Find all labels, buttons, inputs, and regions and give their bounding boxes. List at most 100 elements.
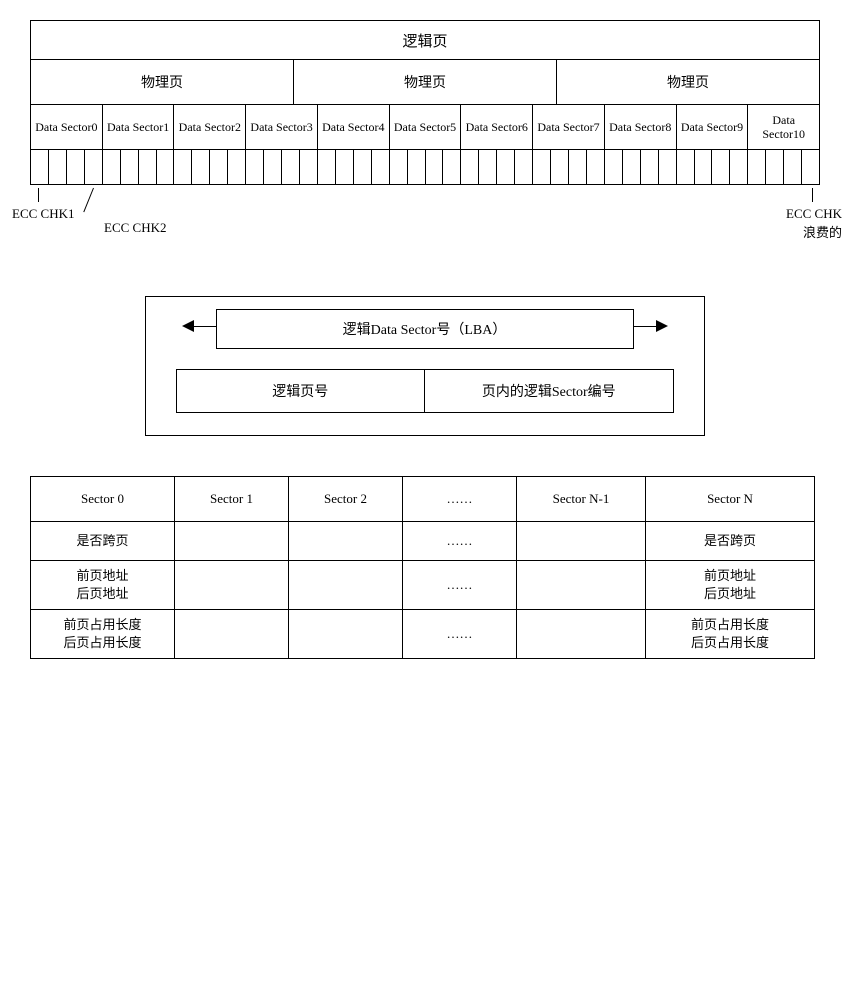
- ecc-slice: [640, 149, 658, 185]
- cross-page-cell-1: [174, 521, 289, 561]
- page-layout-diagram: 逻辑页 物理页 物理页 物理页 Data Sector0 Data Sector…: [30, 20, 820, 258]
- ecc-slice: [120, 149, 138, 185]
- page-length-row: 前页占用长度后页占用长度 …… 前页占用长度后页占用长度: [30, 609, 820, 659]
- lba-mapping-diagram: 逻辑Data Sector号（LBA） 逻辑页号 页内的逻辑Sector编号: [145, 296, 705, 436]
- cross-page-row: 是否跨页 …… 是否跨页: [30, 521, 820, 561]
- logical-page-row: 逻辑页: [30, 20, 820, 60]
- lba-box: 逻辑Data Sector号（LBA）: [216, 309, 634, 349]
- sector-table-header-row: Sector 0 Sector 1 Sector 2 …… Sector N-1…: [30, 476, 820, 522]
- ecc-slice: [156, 149, 175, 185]
- ecc-slice: [550, 149, 568, 185]
- ecc-slice: [102, 149, 120, 185]
- data-sector-5: Data Sector5: [389, 104, 462, 150]
- ecc-slice: [729, 149, 748, 185]
- ecc-chunk: [676, 149, 749, 185]
- ecc-tick-1: [38, 188, 39, 202]
- ecc-slice: [604, 149, 622, 185]
- ecc-slice: [173, 149, 191, 185]
- ecc-slice: [138, 149, 156, 185]
- intra-page-sector-number-label: 页内的逻辑Sector编号: [424, 369, 674, 413]
- ecc-slice: [353, 149, 371, 185]
- cross-page-cell-n: 是否跨页: [645, 521, 815, 561]
- ecc-wasted-label: ECC CHK浪费的: [786, 206, 842, 241]
- page-length-cell-n-1: [516, 609, 646, 659]
- cross-page-cell-ellipsis: ……: [402, 521, 517, 561]
- ecc-slice: [48, 149, 66, 185]
- ecc-slice: [227, 149, 246, 185]
- ecc-slice: [801, 149, 820, 185]
- page-address-row: 前页地址后页地址 …… 前页地址后页地址: [30, 560, 820, 610]
- data-sector-1: Data Sector1: [102, 104, 175, 150]
- arrow-left-icon: [182, 320, 194, 332]
- sector-header-n-1: Sector N-1: [516, 476, 646, 522]
- cross-page-cell-2: [288, 521, 403, 561]
- ecc-slice: [425, 149, 443, 185]
- page-address-cell-1: [174, 560, 289, 610]
- page-length-cell-0: 前页占用长度后页占用长度: [30, 609, 175, 659]
- sector-header-1: Sector 1: [174, 476, 289, 522]
- cross-page-cell-0: 是否跨页: [30, 521, 175, 561]
- page-length-cell-n: 前页占用长度后页占用长度: [645, 609, 815, 659]
- physical-page-0: 物理页: [30, 59, 294, 105]
- ecc-slice: [30, 149, 48, 185]
- ecc-slice: [676, 149, 694, 185]
- ecc-slice: [694, 149, 712, 185]
- ecc-slice: [191, 149, 209, 185]
- ecc-slice: [747, 149, 765, 185]
- data-sector-0: Data Sector0: [30, 104, 103, 150]
- ecc-slice: [84, 149, 103, 185]
- sector-header-2: Sector 2: [288, 476, 403, 522]
- ecc-slice: [765, 149, 783, 185]
- data-sector-10: Data Sector10: [747, 104, 820, 150]
- sector-header-0: Sector 0: [30, 476, 175, 522]
- ecc-chunk: [604, 149, 677, 185]
- data-sectors-row: Data Sector0 Data Sector1 Data Sector2 D…: [30, 104, 820, 150]
- page-address-cell-0: 前页地址后页地址: [30, 560, 175, 610]
- physical-page-1: 物理页: [293, 59, 557, 105]
- ecc-chunk: [389, 149, 462, 185]
- ecc-slice: [389, 149, 407, 185]
- ecc-slice: [407, 149, 425, 185]
- ecc-chunk: [532, 149, 605, 185]
- page-length-cell-ellipsis: ……: [402, 609, 517, 659]
- ecc-chk1-label: ECC CHK1: [12, 206, 74, 222]
- ecc-slice: [263, 149, 281, 185]
- ecc-slice: [299, 149, 318, 185]
- page-length-cell-2: [288, 609, 403, 659]
- page-length-cell-1: [174, 609, 289, 659]
- logical-page-number-label: 逻辑页号: [176, 369, 426, 413]
- ecc-chunk: [317, 149, 390, 185]
- data-sector-4: Data Sector4: [317, 104, 390, 150]
- data-sector-8: Data Sector8: [604, 104, 677, 150]
- ecc-slice: [335, 149, 353, 185]
- page-address-cell-ellipsis: ……: [402, 560, 517, 610]
- ecc-slice: [568, 149, 586, 185]
- sector-header-n: Sector N: [645, 476, 815, 522]
- arrow-right-icon: [656, 320, 668, 332]
- ecc-slice: [532, 149, 550, 185]
- sector-header-ellipsis: ……: [402, 476, 517, 522]
- ecc-slice: [281, 149, 299, 185]
- ecc-slice: [622, 149, 640, 185]
- ecc-slice: [586, 149, 605, 185]
- ecc-slice: [478, 149, 496, 185]
- physical-page-2: 物理页: [556, 59, 820, 105]
- ecc-slice: [66, 149, 84, 185]
- data-sector-6: Data Sector6: [460, 104, 533, 150]
- ecc-chunk: [245, 149, 318, 185]
- data-sector-2: Data Sector2: [173, 104, 246, 150]
- cross-page-cell-n-1: [516, 521, 646, 561]
- ecc-tick-last: [812, 188, 813, 202]
- page-address-cell-n: 前页地址后页地址: [645, 560, 815, 610]
- ecc-slice: [658, 149, 677, 185]
- ecc-labels-row: ECC CHK1 ECC CHK2 ECC CHK浪费的: [30, 188, 820, 258]
- data-sector-3: Data Sector3: [245, 104, 318, 150]
- ecc-slice: [711, 149, 729, 185]
- ecc-chunk: [747, 149, 820, 185]
- logical-page-label: 逻辑页: [30, 20, 820, 60]
- page-address-cell-2: [288, 560, 403, 610]
- ecc-slice: [209, 149, 227, 185]
- ecc-tick-2: [83, 188, 94, 212]
- ecc-slice: [371, 149, 390, 185]
- ecc-chunks-row: [30, 149, 820, 185]
